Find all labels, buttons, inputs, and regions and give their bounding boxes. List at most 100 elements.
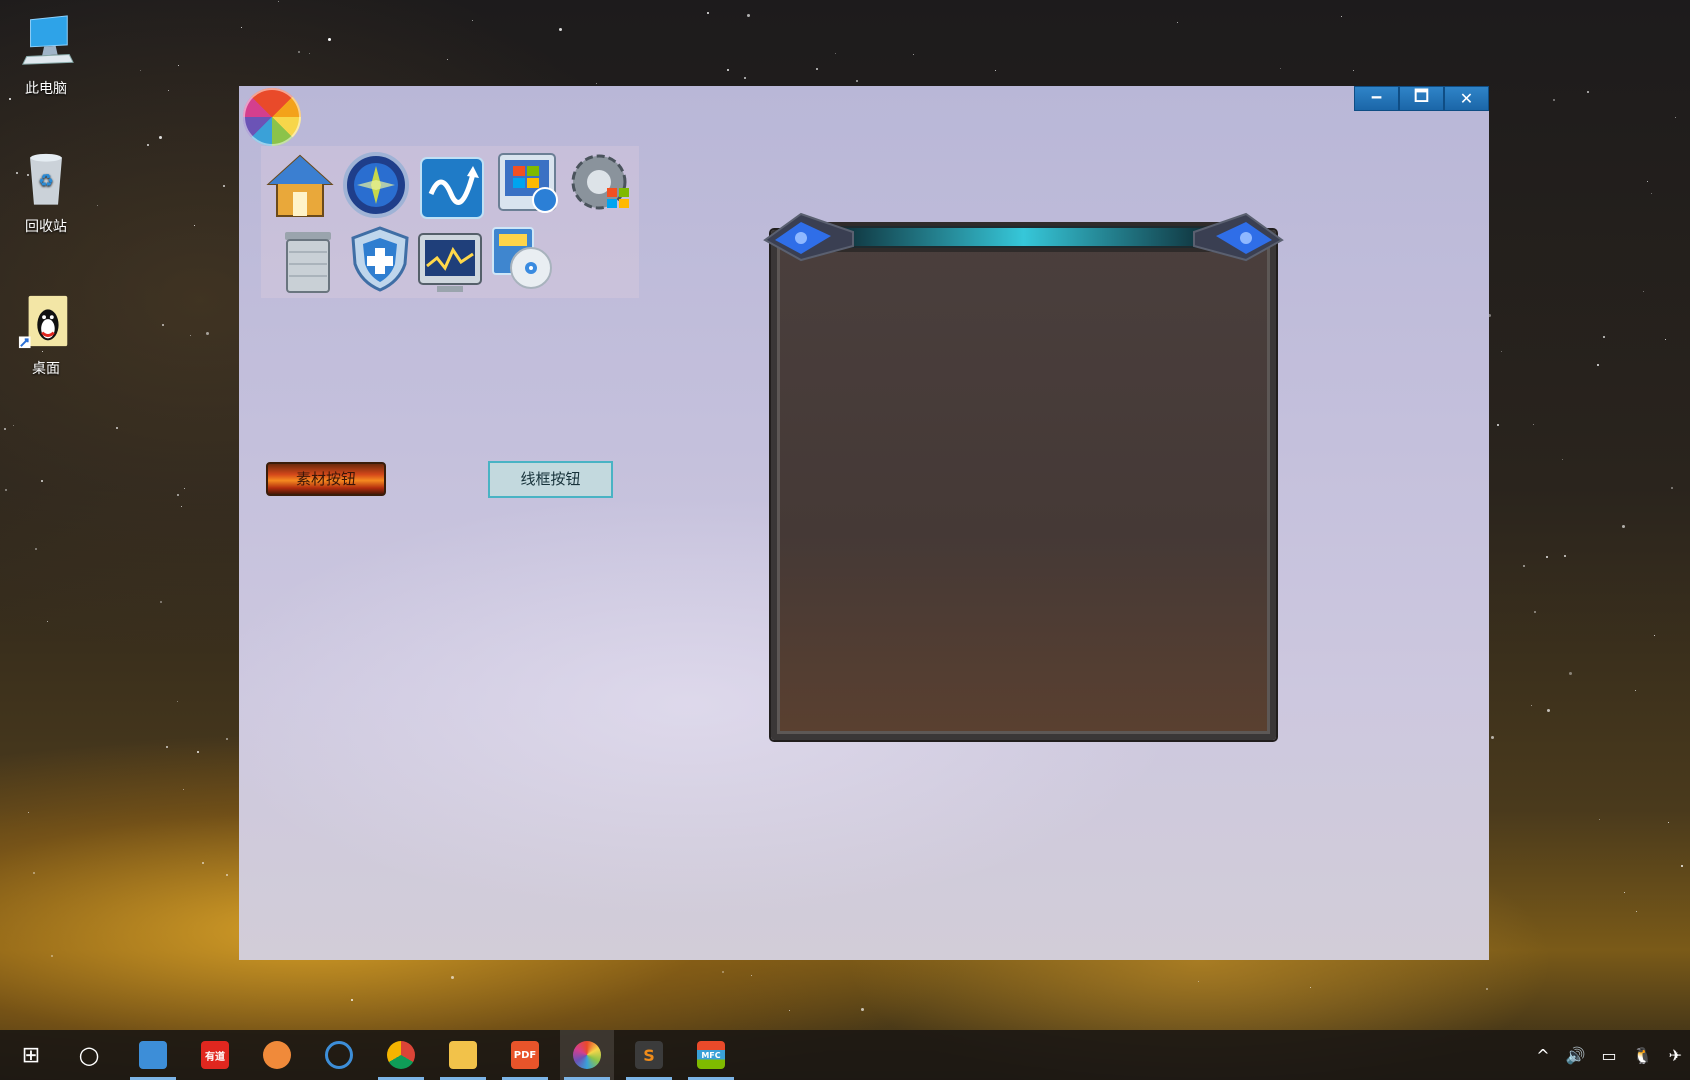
- star: [4, 428, 6, 430]
- star: [35, 548, 37, 550]
- globe-compass-icon[interactable]: [341, 150, 411, 220]
- star: [202, 862, 204, 864]
- disc-install-icon[interactable]: [487, 222, 557, 292]
- taskbar-app-contacts[interactable]: [126, 1030, 180, 1080]
- taskbar-app-chrome[interactable]: [374, 1030, 428, 1080]
- star: [328, 38, 331, 41]
- taskbar-app-ring[interactable]: [312, 1030, 366, 1080]
- taskbar: ⊞ ○ 有道 PDF S MFC ^ 🔊 ▭ 🐧 ✈: [0, 1030, 1690, 1080]
- colorwheel-app-icon: [573, 1041, 601, 1069]
- star: [1636, 911, 1637, 912]
- star: [1635, 690, 1636, 691]
- star: [168, 90, 169, 91]
- star: [241, 27, 242, 28]
- star: [223, 185, 225, 187]
- star: [190, 335, 191, 336]
- star: [1497, 424, 1499, 426]
- icon-panel: [261, 146, 639, 298]
- orange-app-icon: [263, 1041, 291, 1069]
- airplane-mode-icon[interactable]: ✈: [1669, 1046, 1682, 1065]
- star: [744, 77, 746, 79]
- star: [995, 70, 996, 71]
- start-button[interactable]: ⊞: [4, 1030, 58, 1080]
- star: [181, 506, 182, 507]
- taskbar-app-mfc[interactable]: MFC: [684, 1030, 738, 1080]
- pinwheel-logo-icon: [243, 88, 301, 146]
- star: [1534, 611, 1536, 613]
- taskbar-app-pdf[interactable]: PDF: [498, 1030, 552, 1080]
- star: [861, 1008, 864, 1011]
- pdf-icon: PDF: [511, 1041, 539, 1069]
- star: [1564, 555, 1566, 557]
- contacts-card-icon: [139, 1041, 167, 1069]
- star: [1562, 459, 1563, 460]
- star: [856, 80, 858, 82]
- tray-chevron-icon[interactable]: ^: [1536, 1046, 1549, 1065]
- shield-plus-icon[interactable]: [345, 224, 415, 294]
- star: [1681, 865, 1683, 867]
- desktop-icon-desktop-shortcut[interactable]: 桌面: [8, 292, 84, 378]
- taskbar-app-orange[interactable]: [250, 1030, 304, 1080]
- volume-icon[interactable]: 🔊: [1566, 1046, 1586, 1065]
- computer-icon: [22, 15, 74, 65]
- star: [51, 955, 53, 957]
- trash-can-icon[interactable]: [273, 226, 343, 296]
- star: [177, 701, 178, 702]
- desktop-icon-this-pc[interactable]: 此电脑: [8, 12, 84, 98]
- frame-right-ornament: [1193, 212, 1284, 262]
- star: [1310, 987, 1311, 988]
- star: [835, 53, 836, 54]
- outline-button[interactable]: 线框按钮: [488, 461, 613, 498]
- battery-icon[interactable]: ▭: [1602, 1046, 1617, 1065]
- star: [1624, 892, 1625, 893]
- maximize-button[interactable]: 🗖: [1399, 86, 1444, 111]
- star: [1654, 635, 1655, 636]
- material-button[interactable]: 素材按钮: [266, 462, 386, 496]
- star: [184, 488, 185, 489]
- star: [226, 874, 228, 876]
- star: [1647, 181, 1648, 182]
- star: [913, 54, 914, 55]
- star: [751, 975, 752, 976]
- home-icon[interactable]: [265, 152, 335, 222]
- cortana-button[interactable]: ○: [62, 1030, 116, 1080]
- star: [1622, 525, 1625, 528]
- star: [1553, 99, 1555, 101]
- star: [278, 1, 279, 2]
- star: [9, 98, 11, 100]
- star: [1643, 291, 1644, 292]
- star: [472, 20, 473, 21]
- star: [177, 494, 179, 496]
- windows-settings-gear-icon[interactable]: [567, 150, 637, 220]
- star: [194, 225, 195, 226]
- desktop-icon-recycle-bin[interactable]: ♻ 回收站: [8, 150, 84, 236]
- qq-tray-icon[interactable]: 🐧: [1633, 1046, 1653, 1065]
- star: [116, 427, 118, 429]
- star: [1491, 736, 1494, 739]
- star: [1671, 487, 1673, 489]
- star: [41, 480, 43, 482]
- sync-curve-icon[interactable]: [417, 154, 487, 224]
- star: [1665, 339, 1666, 340]
- star: [351, 999, 353, 1001]
- taskbar-app-explorer[interactable]: [436, 1030, 490, 1080]
- star: [5, 489, 7, 491]
- star: [1341, 16, 1342, 17]
- windows-update-icon[interactable]: [493, 148, 563, 218]
- system-tray: ^ 🔊 ▭ 🐧 ✈: [1528, 1030, 1690, 1080]
- star: [197, 751, 199, 753]
- taskbar-app-youdao[interactable]: 有道: [188, 1030, 242, 1080]
- taskbar-app-colorwheel[interactable]: [560, 1030, 614, 1080]
- monitor-chart-icon[interactable]: [415, 228, 485, 298]
- close-button[interactable]: ✕: [1444, 86, 1489, 111]
- star: [559, 28, 562, 31]
- taskbar-app-sublime[interactable]: S: [622, 1030, 676, 1080]
- star: [447, 59, 448, 60]
- star: [178, 65, 179, 66]
- desktop-icon-label: 此电脑: [25, 81, 67, 97]
- star: [13, 425, 14, 426]
- game-frame-panel: [761, 210, 1286, 746]
- star: [727, 69, 729, 71]
- minimize-button[interactable]: 🗕: [1354, 86, 1399, 111]
- star: [309, 53, 310, 54]
